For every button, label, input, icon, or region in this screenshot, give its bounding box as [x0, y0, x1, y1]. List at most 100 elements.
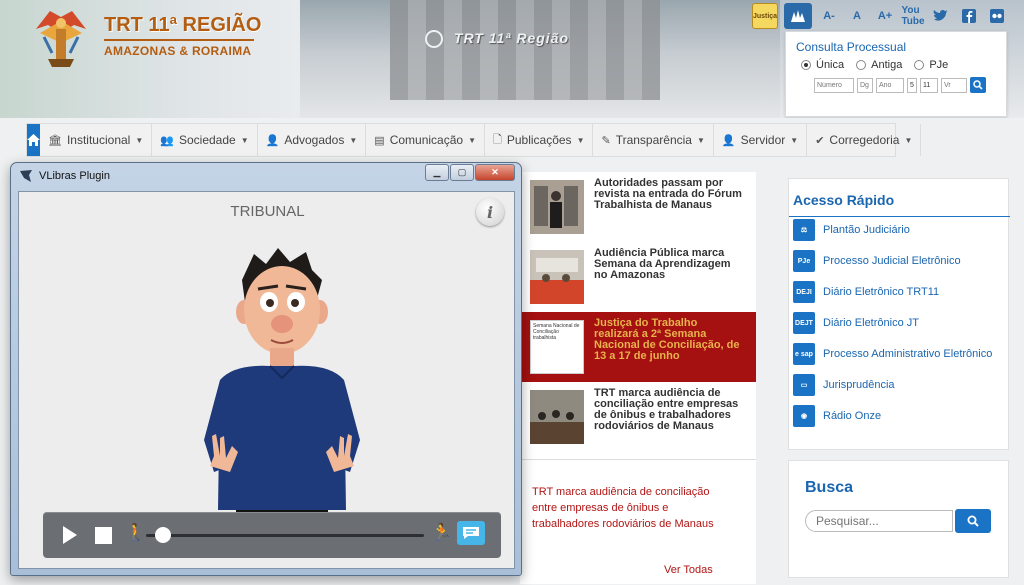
- busca-panel: Busca: [788, 460, 1009, 578]
- acesso-item-diario-jt[interactable]: DEJT Diário Eletrônico JT: [793, 312, 919, 334]
- radio-antiga-dot[interactable]: [856, 60, 867, 70]
- news-item[interactable]: Autoridades passam por revista na entrad…: [520, 172, 756, 242]
- caret-down-icon: ▼: [576, 135, 585, 145]
- nav-publicacoes[interactable]: 🗋 Publicações ▼: [485, 124, 594, 156]
- nav-label: Advogados: [284, 133, 345, 147]
- nav-comunicacao[interactable]: ▤ Comunicação ▼: [366, 124, 485, 156]
- libras-hands-icon[interactable]: [784, 3, 812, 29]
- caret-down-icon: ▼: [790, 135, 799, 145]
- nav-transparencia[interactable]: ✎ Transparência ▼: [593, 124, 714, 156]
- news-feature-link[interactable]: TRT marca audiência de conciliação entre…: [532, 484, 722, 532]
- caret-down-icon: ▼: [240, 135, 249, 145]
- minimize-button[interactable]: ▁: [425, 164, 449, 181]
- acesso-item-label: Processo Administrativo Eletrônico: [823, 348, 993, 360]
- radio-unica-label: Única: [816, 59, 845, 71]
- acesso-item-diario-trt11[interactable]: DEJI Diário Eletrônico TRT11: [793, 281, 939, 303]
- header-building-photo: TRT 11ª Região: [300, 0, 780, 118]
- users-icon: 👥: [160, 134, 174, 147]
- deji-icon: DEJI: [793, 281, 815, 303]
- radio-unica[interactable]: Única: [801, 59, 844, 71]
- radio-pje-dot[interactable]: [914, 60, 925, 70]
- speed-slider-handle[interactable]: [154, 527, 171, 543]
- consulta-type-radios: Única Antiga PJe: [796, 59, 996, 71]
- youtube-icon[interactable]: You Tube: [901, 5, 924, 27]
- radio-icon: ◉: [793, 405, 815, 427]
- newspaper-icon: ▤: [374, 134, 385, 147]
- consulta-title: Consulta Processual: [796, 40, 907, 54]
- news-thumbnail: Semana Nacional de Conciliação trabalhis…: [530, 320, 584, 374]
- building-sign: TRT 11ª Região: [425, 30, 645, 56]
- news-title: Autoridades passam por revista na entrad…: [594, 177, 742, 211]
- vlibras-player-bar: 🚶 🏃: [43, 512, 501, 558]
- caret-down-icon: ▼: [135, 135, 144, 145]
- j-field[interactable]: [907, 77, 917, 93]
- news-item[interactable]: TRT marca audiência de conciliação entre…: [520, 382, 756, 452]
- gavel-icon: ⚖: [793, 219, 815, 241]
- numero-field[interactable]: [814, 77, 854, 93]
- font-increase-button[interactable]: A+: [874, 5, 896, 27]
- news-item[interactable]: Audiência Pública marca Semana da Aprend…: [520, 242, 756, 312]
- slow-speed-icon[interactable]: 🚶: [125, 523, 146, 543]
- building-sign-text: TRT 11ª Região: [453, 30, 570, 46]
- acesso-item-jurisprudencia[interactable]: ▭ Jurisprudência: [793, 374, 895, 396]
- acesso-item-plantao[interactable]: ⚖ Plantão Judiciário: [793, 219, 910, 241]
- ver-todas-link[interactable]: Ver Todas: [664, 564, 713, 576]
- nav-institucional[interactable]: 🏛 Institucional ▼: [40, 124, 153, 156]
- radio-unica-dot[interactable]: [801, 60, 811, 70]
- flickr-icon[interactable]: [986, 5, 1008, 27]
- acesso-item-radio-onze[interactable]: ◉ Rádio Onze: [793, 405, 881, 427]
- nav-label: Transparência: [615, 133, 692, 147]
- acesso-item-label: Diário Eletrônico JT: [823, 317, 919, 329]
- close-button[interactable]: ✕: [475, 164, 515, 181]
- justica-badge-icon[interactable]: Justiça: [752, 3, 778, 29]
- acesso-item-processo-admin[interactable]: e sap Processo Administrativo Eletrônico: [793, 343, 992, 365]
- tr-field[interactable]: [920, 77, 938, 93]
- search-input[interactable]: [805, 510, 953, 532]
- stop-button[interactable]: [95, 527, 112, 544]
- info-icon[interactable]: i: [476, 198, 504, 226]
- play-button[interactable]: [63, 526, 77, 544]
- nav-sociedade[interactable]: 👥 Sociedade ▼: [152, 124, 258, 156]
- caret-down-icon: ▼: [349, 135, 358, 145]
- home-icon: [27, 134, 40, 146]
- nav-label: Sociedade: [178, 133, 236, 147]
- radio-pje[interactable]: PJe: [914, 59, 948, 71]
- nav-label: Servidor: [740, 133, 786, 147]
- dg-field[interactable]: [857, 77, 873, 93]
- brand-title[interactable]: TRT 11ª REGIÃO: [104, 14, 261, 37]
- news-title: Audiência Pública marca Semana da Aprend…: [594, 247, 731, 281]
- user-plus-icon: 👤: [721, 134, 736, 147]
- consulta-processual-panel: Consulta Processual Única Antiga PJe: [785, 31, 1007, 117]
- consulta-search-button[interactable]: [970, 77, 986, 93]
- ano-field[interactable]: [876, 77, 904, 93]
- nav-servidor[interactable]: 👤 Servidor ▼: [714, 124, 808, 156]
- acesso-item-pje[interactable]: PJe Processo Judicial Eletrônico: [793, 250, 961, 272]
- busca-title: Busca: [805, 479, 854, 496]
- libras-avatar: [204, 248, 360, 540]
- acesso-item-label: Rádio Onze: [823, 410, 882, 422]
- consulta-fields: [796, 77, 996, 93]
- nav-label: Comunicação: [389, 133, 464, 147]
- subtitles-icon: [463, 527, 479, 539]
- twitter-icon[interactable]: [930, 5, 952, 27]
- trt-logo-icon[interactable]: [30, 3, 92, 69]
- subtitles-button[interactable]: [457, 521, 485, 545]
- maximize-button[interactable]: ▢: [450, 164, 474, 181]
- radio-antiga[interactable]: Antiga: [856, 59, 902, 71]
- facebook-icon[interactable]: [958, 5, 980, 27]
- nav-label: Institucional: [66, 133, 131, 147]
- nav-advogados[interactable]: 👤 Advogados ▼: [258, 124, 367, 156]
- news-item-active[interactable]: Semana Nacional de Conciliação trabalhis…: [520, 312, 756, 382]
- font-normal-button[interactable]: A: [846, 5, 868, 27]
- speed-slider-track[interactable]: [146, 534, 424, 537]
- nav-home-button[interactable]: [27, 124, 40, 156]
- acesso-rapido-title: Acesso Rápido: [793, 192, 895, 208]
- monitor-icon: ▭: [793, 374, 815, 396]
- vlibras-window[interactable]: VLibras Plugin ▁ ▢ ✕ TRIBUNAL i 🚶 🏃: [10, 162, 522, 576]
- fast-speed-icon[interactable]: 🏃: [431, 523, 452, 543]
- search-button[interactable]: [955, 509, 991, 533]
- vr-field[interactable]: [941, 77, 967, 93]
- search-icon: [973, 80, 983, 90]
- nav-corregedoria[interactable]: ✔ Corregedoria ▼: [807, 124, 922, 156]
- font-decrease-button[interactable]: A-: [818, 5, 840, 27]
